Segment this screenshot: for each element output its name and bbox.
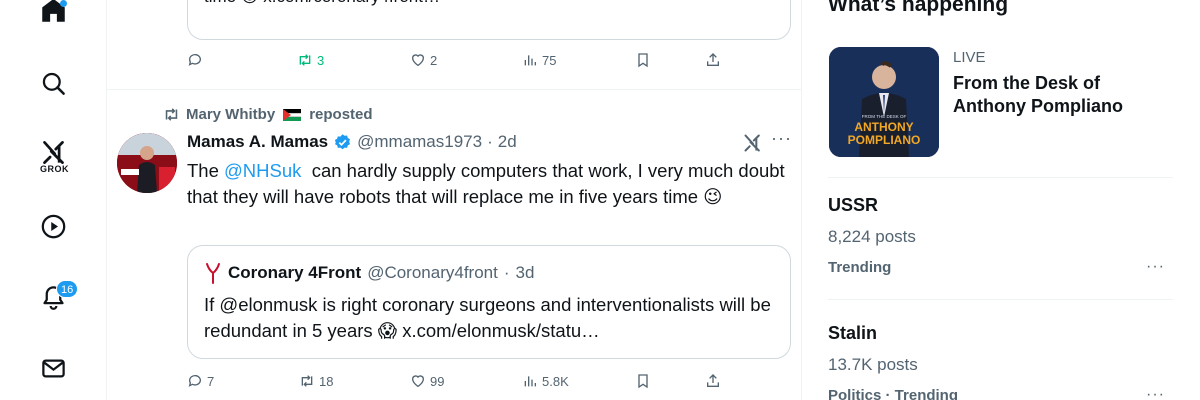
promo-image-title-1: ANTHONY bbox=[854, 120, 913, 134]
views-icon bbox=[524, 55, 536, 66]
sidebar-divider bbox=[828, 299, 1173, 300]
quoted-tweet-text: time 😉 x.com/coronary4front… bbox=[204, 0, 440, 9]
tweet-text-start: The bbox=[187, 160, 225, 181]
separator-dot: · bbox=[503, 263, 510, 282]
share-icon bbox=[707, 374, 719, 387]
tweet-header: Mamas A. Mamas @mmamas1973 · 2d bbox=[187, 132, 517, 152]
promo-image-title-2: POMPLIANO bbox=[848, 133, 921, 147]
trend-post-count: 8,224 posts bbox=[828, 227, 916, 246]
quoted-tweet-time: 3d bbox=[515, 263, 535, 282]
home-notification-dot bbox=[60, 0, 67, 7]
section-title: What’s happening bbox=[828, 0, 1009, 16]
tweet-time[interactable]: 2d bbox=[498, 132, 517, 152]
trend-post-count: 13.7K posts bbox=[828, 355, 918, 374]
like-button[interactable]: 99 bbox=[410, 373, 444, 389]
like-count: 2 bbox=[430, 52, 438, 68]
play-icon[interactable] bbox=[37, 210, 69, 242]
repost-count: 3 bbox=[317, 52, 325, 68]
reply-icon bbox=[188, 375, 201, 387]
reposter-name: Mary Whitby bbox=[186, 106, 276, 123]
views-count: 75 bbox=[542, 52, 557, 68]
heart-icon bbox=[411, 375, 425, 388]
left-nav: GROK 16 bbox=[0, 0, 107, 400]
quoted-tweet-text: If @elonmusk is right coronary surgeons … bbox=[204, 294, 771, 341]
trend-category: Trending bbox=[828, 259, 892, 276]
reply-button[interactable]: 7 bbox=[187, 373, 214, 389]
separator-dot: · bbox=[487, 132, 493, 151]
quoted-tweet-card[interactable]: Coronary 4Front @Coronary4front · 3d If … bbox=[187, 245, 791, 359]
repost-icon bbox=[301, 375, 313, 387]
sidebar-divider bbox=[828, 177, 1173, 178]
share-button[interactable] bbox=[705, 373, 721, 389]
tweet-text: The @NHSuk can hardly supply computers t… bbox=[187, 158, 787, 210]
bookmark-icon bbox=[638, 53, 648, 68]
promo-title[interactable]: From the Desk of Anthony Pompliano bbox=[953, 72, 1173, 118]
views-icon bbox=[524, 376, 536, 387]
grok-label: GROK bbox=[40, 164, 69, 174]
quoted-tweet-header: Coronary 4Front @Coronary4front · 3d bbox=[204, 262, 534, 284]
bookmark-button[interactable] bbox=[635, 373, 651, 389]
share-icon bbox=[707, 53, 719, 66]
notifications-badge: 16 bbox=[56, 280, 79, 298]
repost-icon bbox=[165, 108, 178, 121]
bookmark-button[interactable] bbox=[635, 52, 651, 68]
repost-context[interactable]: Mary Whitby reposted bbox=[163, 106, 373, 123]
timeline: time 😉 x.com/coronary4front… 3 2 75 Mary… bbox=[107, 0, 802, 400]
views-button[interactable]: 5.8K bbox=[522, 373, 569, 389]
views-count: 5.8K bbox=[542, 373, 569, 389]
tweet-divider bbox=[107, 89, 802, 90]
trend-name[interactable]: USSR bbox=[828, 195, 878, 216]
reply-count: 7 bbox=[207, 373, 215, 389]
author-handle[interactable]: @mmamas1973 bbox=[357, 132, 482, 152]
share-button[interactable] bbox=[705, 52, 721, 68]
palestine-flag-icon bbox=[283, 108, 302, 121]
coronary-4front-logo-icon bbox=[206, 263, 220, 284]
reply-button[interactable] bbox=[187, 52, 207, 68]
live-label: LIVE bbox=[953, 49, 986, 66]
like-count: 99 bbox=[430, 373, 445, 389]
trend-category: Politics · Trending bbox=[828, 387, 959, 400]
quoted-author-name: Coronary 4Front bbox=[228, 263, 362, 282]
like-button[interactable]: 2 bbox=[410, 52, 437, 68]
more-options-icon[interactable]: ··· bbox=[1146, 258, 1165, 276]
whats-happening-panel: What’s happening FROM THE DESK OF ANTHON… bbox=[828, 0, 1173, 400]
search-icon[interactable] bbox=[37, 67, 69, 99]
more-options-icon[interactable]: ··· bbox=[1146, 386, 1165, 400]
repost-button[interactable]: 3 bbox=[297, 52, 324, 68]
tweet-actions: 7 18 99 5.8K bbox=[187, 373, 747, 393]
quoted-tweet-card[interactable]: time 😉 x.com/coronary4front… bbox=[187, 0, 791, 40]
tweet-actions: 3 2 75 bbox=[187, 52, 747, 72]
promo-thumbnail[interactable]: FROM THE DESK OF ANTHONY POMPLIANO bbox=[829, 47, 939, 157]
avatar[interactable] bbox=[117, 133, 177, 193]
repost-count: 18 bbox=[319, 373, 334, 389]
author-name[interactable]: Mamas A. Mamas bbox=[187, 132, 328, 152]
bookmark-icon bbox=[638, 374, 648, 389]
quoted-author-handle: @Coronary4front bbox=[367, 263, 498, 282]
mention-link[interactable]: @NHSuk bbox=[224, 160, 301, 181]
reposted-label: reposted bbox=[309, 106, 373, 123]
verified-badge-icon bbox=[333, 133, 352, 152]
more-options-icon[interactable]: ··· bbox=[771, 128, 792, 149]
heart-icon bbox=[411, 54, 425, 67]
promo-image-caption: FROM THE DESK OF bbox=[862, 114, 907, 119]
repost-icon bbox=[299, 54, 311, 66]
reply-icon bbox=[188, 54, 201, 66]
views-button[interactable]: 75 bbox=[522, 52, 556, 68]
grok-icon[interactable] bbox=[743, 133, 763, 153]
repost-button[interactable]: 18 bbox=[299, 373, 333, 389]
mail-icon[interactable] bbox=[37, 352, 69, 384]
trend-name[interactable]: Stalin bbox=[828, 323, 877, 344]
